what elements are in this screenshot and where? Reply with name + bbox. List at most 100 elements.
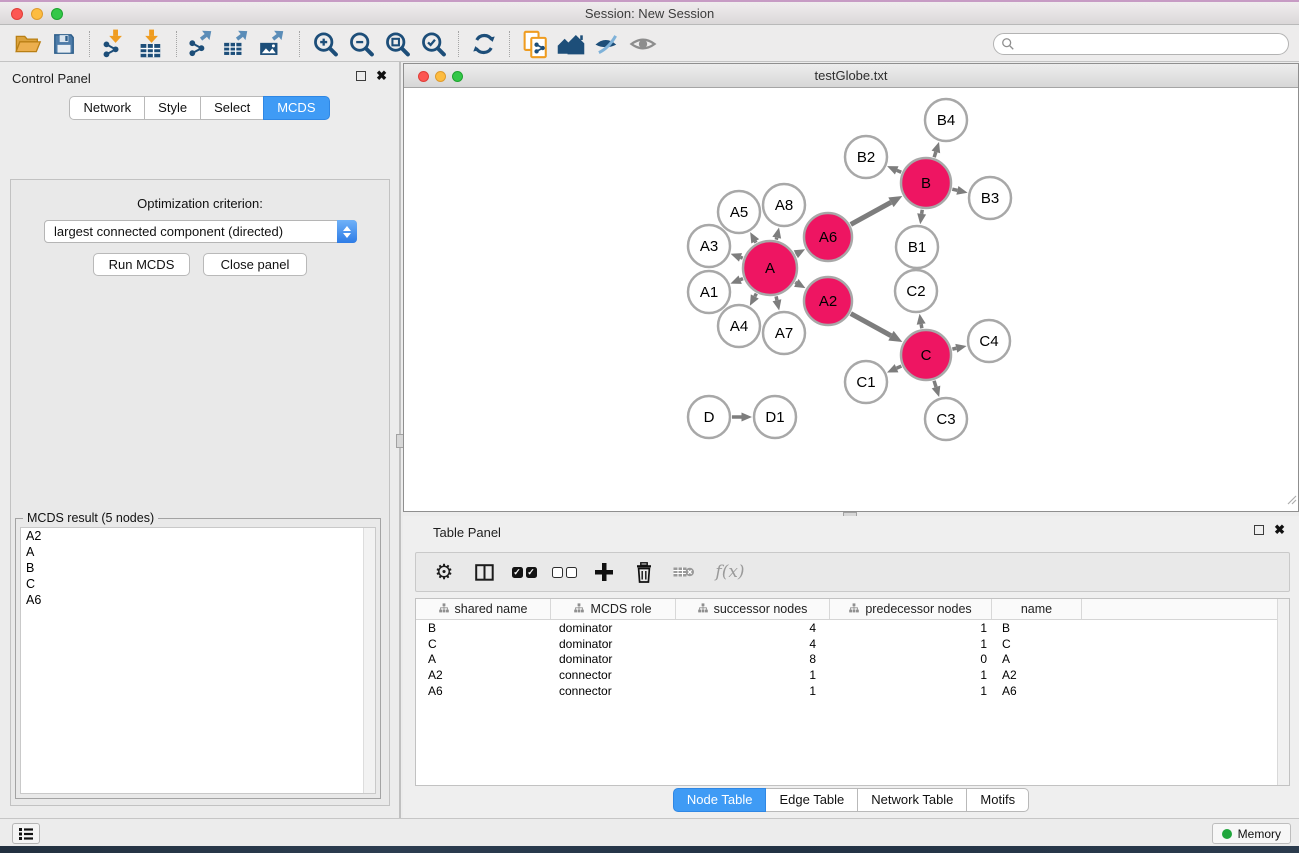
graph-edge-arrowhead — [773, 299, 782, 310]
tab-network[interactable]: Network — [69, 96, 145, 120]
toolbar-separator — [176, 31, 177, 57]
add-column-icon[interactable] — [592, 559, 616, 585]
graph-edge-C-C4[interactable] — [952, 348, 956, 349]
hide-graphics-details-icon[interactable] — [589, 28, 625, 60]
table-row[interactable]: A2connector11A2 — [416, 667, 1289, 683]
export-network-icon[interactable] — [184, 28, 220, 60]
show-graphics-details-icon[interactable] — [625, 28, 661, 60]
table-cell: A2 — [416, 668, 551, 682]
table-tab-edge-table[interactable]: Edge Table — [765, 788, 858, 812]
graph-edge-A-A5[interactable] — [755, 241, 756, 242]
graph-edge-arrowhead — [742, 413, 753, 422]
table-row[interactable]: A6connector11A6 — [416, 683, 1289, 699]
zoom-selected-icon[interactable] — [415, 28, 451, 60]
table-cell: 1 — [830, 637, 992, 651]
node-table: shared nameMCDS rolesuccessor nodesprede… — [415, 598, 1290, 786]
table-row[interactable]: Adominator80A — [416, 651, 1289, 667]
delete-columns-icon[interactable] — [632, 559, 656, 585]
import-table-icon[interactable] — [133, 28, 169, 60]
refresh-icon[interactable] — [466, 28, 502, 60]
graph-edge-C-C2[interactable] — [921, 324, 922, 328]
graph-edge-A2-C[interactable] — [851, 314, 891, 336]
status-bar: Memory — [0, 818, 1299, 846]
table-settings-icon[interactable]: ⚙ — [432, 559, 456, 585]
export-table-icon[interactable] — [220, 28, 256, 60]
graph-edge-A-A2[interactable] — [795, 282, 796, 283]
select-all-rows-icon[interactable]: ✓✓ — [512, 559, 536, 585]
zoom-fit-icon[interactable] — [379, 28, 415, 60]
memory-button[interactable]: Memory — [1212, 823, 1291, 844]
run-mcds-button[interactable]: Run MCDS — [93, 253, 190, 276]
graph-edge-A-A3[interactable] — [741, 257, 743, 258]
import-network-icon[interactable] — [97, 28, 133, 60]
float-panel-icon[interactable] — [356, 71, 366, 81]
graph-edge-A-A7[interactable] — [776, 296, 777, 300]
function-builder-icon[interactable]: f(x) — [712, 559, 748, 585]
mcds-result-item[interactable]: C — [21, 576, 375, 592]
toolbar-separator — [458, 31, 459, 57]
graph-node-label-A3: A3 — [700, 238, 718, 255]
zoom-in-icon[interactable] — [307, 28, 343, 60]
network-canvas[interactable]: B4B2BB3A8A5A6A3B1AC2A1A2A4A7C4CC1C3DD1 — [404, 88, 1298, 511]
network-window-titlebar[interactable]: testGlobe.txt — [404, 64, 1298, 88]
clone-network-icon[interactable] — [517, 28, 553, 60]
graph-edge-B-B4[interactable] — [934, 152, 936, 157]
toggle-column-view-icon[interactable] — [472, 559, 496, 585]
criterion-select[interactable]: largest connected component (directed) — [44, 220, 357, 243]
graph-edge-A-A1[interactable] — [740, 279, 743, 280]
table-cell: B — [992, 621, 1082, 635]
deselect-all-rows-icon[interactable] — [552, 559, 576, 585]
mcds-result-item[interactable]: A2 — [21, 528, 375, 544]
table-scrollbar[interactable] — [1277, 599, 1289, 785]
mcds-result-item[interactable]: A — [21, 544, 375, 560]
table-tabs: Node TableEdge TableNetwork TableMotifs — [403, 788, 1299, 812]
column-header-shared-name[interactable]: shared name — [416, 599, 551, 619]
column-header-mcds-role[interactable]: MCDS role — [551, 599, 676, 619]
graph-edge-A-A4[interactable] — [755, 294, 757, 297]
graph-edge-A6-B[interactable] — [851, 202, 891, 224]
table-panel-title: Table Panel — [433, 525, 501, 540]
table-tab-node-table[interactable]: Node Table — [673, 788, 767, 812]
float-table-panel-icon[interactable] — [1254, 525, 1264, 535]
graph-node-label-A: A — [765, 260, 775, 277]
table-row[interactable]: Cdominator41C — [416, 636, 1289, 652]
graph-edge-arrowhead — [932, 386, 941, 397]
tab-select[interactable]: Select — [200, 96, 264, 120]
graph-edge-B-B1[interactable] — [922, 210, 923, 214]
graph-edge-C-C3[interactable] — [934, 381, 936, 387]
graph-edge-C-C1[interactable] — [897, 366, 902, 368]
table-cell: A — [416, 652, 551, 666]
column-header-name[interactable]: name — [992, 599, 1082, 619]
open-session-icon[interactable] — [10, 28, 46, 60]
table-cell: dominator — [551, 652, 676, 666]
graph-edge-arrowhead — [956, 186, 967, 195]
table-cell: 1 — [830, 621, 992, 635]
graph-edge-arrowhead — [772, 227, 781, 238]
close-panel-icon[interactable]: ✖ — [376, 71, 387, 81]
graph-node-label-B: B — [921, 175, 931, 192]
graph-node-label-C: C — [921, 347, 932, 364]
graph-edge-B-B3[interactable] — [952, 189, 957, 190]
resize-grip-icon[interactable] — [1287, 492, 1297, 510]
column-header-successor-nodes[interactable]: successor nodes — [676, 599, 830, 619]
mcds-result-item[interactable]: A6 — [21, 592, 375, 608]
tab-style[interactable]: Style — [144, 96, 201, 120]
result-list-scrollbar[interactable] — [363, 528, 375, 793]
table-cell: 8 — [676, 652, 830, 666]
table-tab-motifs[interactable]: Motifs — [966, 788, 1029, 812]
delete-table-icon[interactable] — [672, 559, 696, 585]
close-table-panel-icon[interactable]: ✖ — [1274, 525, 1285, 535]
zoom-out-icon[interactable] — [343, 28, 379, 60]
table-row[interactable]: Bdominator41B — [416, 620, 1289, 636]
export-image-icon[interactable] — [256, 28, 292, 60]
column-header-predecessor-nodes[interactable]: predecessor nodes — [830, 599, 992, 619]
save-session-icon[interactable] — [46, 28, 82, 60]
mcds-result-item[interactable]: B — [21, 560, 375, 576]
table-tab-network-table[interactable]: Network Table — [857, 788, 967, 812]
task-history-button[interactable] — [12, 823, 40, 844]
search-input[interactable] — [993, 33, 1289, 55]
close-panel-button[interactable]: Close panel — [203, 253, 307, 276]
graph-edge-B-B2[interactable] — [897, 170, 901, 172]
tab-mcds[interactable]: MCDS — [263, 96, 329, 120]
home-icon[interactable] — [553, 28, 589, 60]
